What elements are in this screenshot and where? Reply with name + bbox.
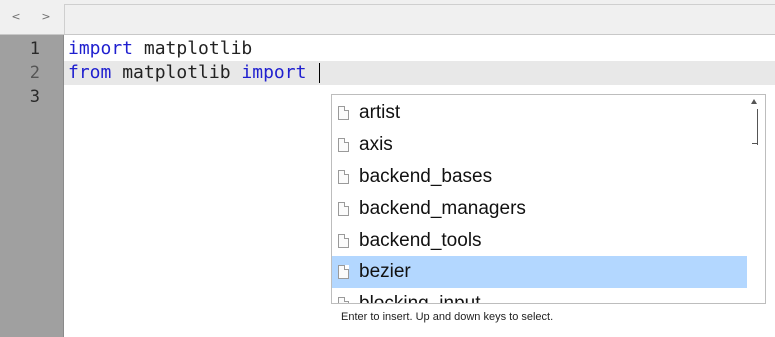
autocomplete-item-selected[interactable]: bezier <box>332 256 747 288</box>
code-text: matplotlib <box>133 38 253 59</box>
line-number: 3 <box>29 87 40 107</box>
autocomplete-popup[interactable]: artist axis backend_bases backend_manage… <box>331 94 766 304</box>
autocomplete-item-label: backend_managers <box>359 198 526 219</box>
file-icon <box>338 297 349 303</box>
autocomplete-item[interactable]: blocking_input <box>332 288 747 304</box>
file-icon <box>338 170 349 184</box>
line-number: 2 <box>29 63 40 83</box>
file-icon <box>338 106 349 120</box>
file-icon <box>338 265 349 279</box>
file-icon <box>338 138 349 152</box>
line-number-gutter: 1 2 3 <box>0 35 64 337</box>
code-line-active[interactable]: from matplotlib import <box>64 61 775 85</box>
scroll-thumb[interactable] <box>757 109 758 145</box>
code-text: matplotlib <box>111 62 242 83</box>
tab-divider-top <box>64 4 775 5</box>
autocomplete-item[interactable]: artist <box>332 97 747 129</box>
scroll-thumb-cap <box>752 143 758 144</box>
autocomplete-item[interactable]: backend_managers <box>332 193 747 225</box>
autocomplete-item-label: artist <box>359 102 401 123</box>
autocomplete-item[interactable]: backend_tools <box>332 225 747 257</box>
file-icon <box>338 202 349 216</box>
text-cursor <box>319 63 321 83</box>
scroll-up-arrow-icon[interactable] <box>751 99 757 104</box>
code-line[interactable]: import matplotlib <box>68 37 252 61</box>
keyword: from <box>68 62 112 83</box>
keyword: import <box>68 38 134 59</box>
tab-bar: < > <box>0 0 775 35</box>
autocomplete-item-label: blocking_input <box>359 293 481 304</box>
autocomplete-hint: Enter to insert. Up and down keys to sel… <box>341 311 554 323</box>
line-number: 1 <box>29 39 40 59</box>
file-icon <box>338 234 349 248</box>
popup-scrollbar[interactable] <box>748 95 765 303</box>
autocomplete-item-label: bezier <box>359 261 411 282</box>
forward-arrow-icon[interactable]: > <box>34 6 58 28</box>
tab-divider <box>64 4 65 34</box>
autocomplete-item-label: backend_bases <box>359 166 493 187</box>
autocomplete-item-label: axis <box>359 134 393 155</box>
autocomplete-item[interactable]: axis <box>332 129 747 161</box>
autocomplete-item[interactable]: backend_bases <box>332 161 747 193</box>
autocomplete-item-label: backend_tools <box>359 230 482 251</box>
back-arrow-icon[interactable]: < <box>4 6 28 28</box>
keyword: import <box>241 62 307 83</box>
